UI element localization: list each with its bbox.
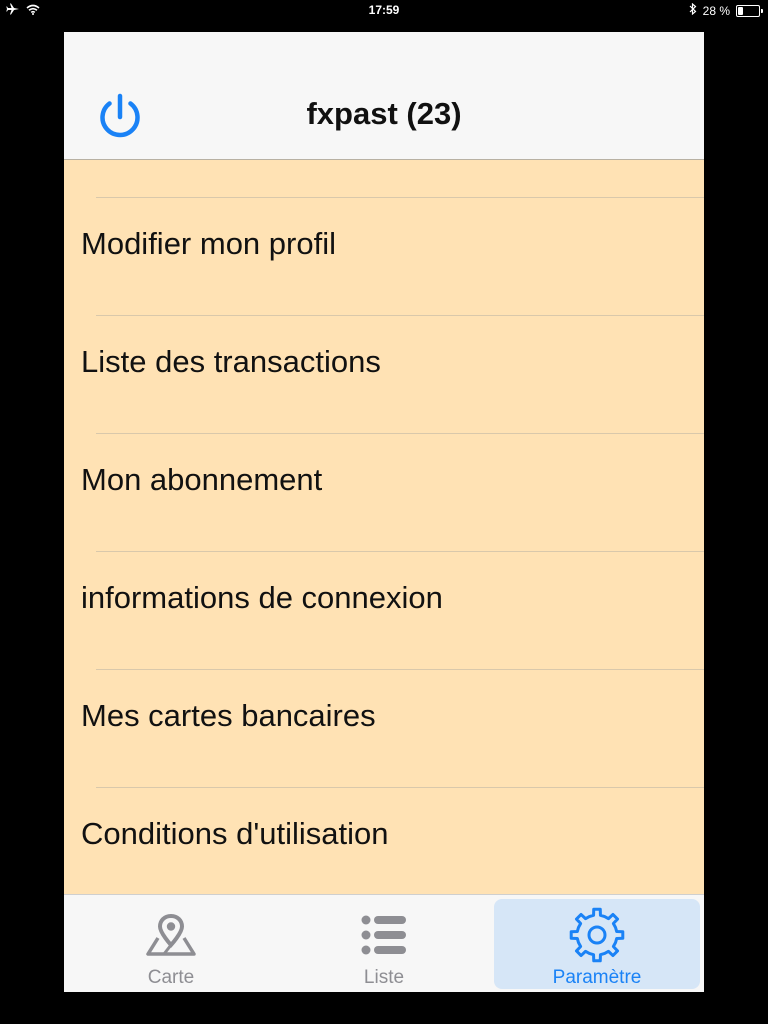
bluetooth-icon bbox=[689, 2, 697, 18]
tab-liste[interactable]: Liste bbox=[281, 899, 487, 989]
app-window: fxpast (23) Modifier mon profil Liste de… bbox=[64, 32, 704, 992]
menu-item-liste-transactions[interactable]: Liste des transactions bbox=[64, 316, 704, 434]
battery-percent: 28 % bbox=[702, 3, 730, 18]
tab-label: Carte bbox=[147, 967, 195, 988]
battery-tip bbox=[761, 8, 763, 13]
menu-item-informations-connexion[interactable]: informations de connexion bbox=[64, 552, 704, 670]
gear-icon bbox=[494, 907, 700, 963]
map-pin-icon bbox=[68, 907, 274, 963]
tab-parametre[interactable]: Paramètre bbox=[494, 899, 700, 989]
menu-item-conditions-utilisation[interactable]: Conditions d'utilisation bbox=[64, 788, 704, 906]
menu-item-label: Mes cartes bancaires bbox=[81, 698, 376, 733]
list-icon bbox=[281, 907, 487, 963]
battery-icon bbox=[736, 4, 763, 17]
page-title: fxpast (23) bbox=[306, 96, 462, 131]
battery-fill bbox=[738, 6, 743, 15]
menu-item-label: Liste des transactions bbox=[81, 344, 381, 379]
menu-item-modifier-profil[interactable]: Modifier mon profil bbox=[64, 198, 704, 316]
menu-item-mon-abonnement[interactable]: Mon abonnement bbox=[64, 434, 704, 552]
status-right: 28 % bbox=[689, 2, 763, 18]
navigation-bar: fxpast (23) bbox=[64, 32, 704, 160]
tab-label: Paramètre bbox=[552, 967, 642, 988]
tab-carte[interactable]: Carte bbox=[68, 899, 274, 989]
tab-bar: Carte Liste Paramètre bbox=[64, 894, 704, 992]
menu-item-label: Mon abonnement bbox=[81, 462, 323, 497]
tab-label: Liste bbox=[363, 967, 405, 988]
menu-item-label: informations de connexion bbox=[81, 580, 443, 615]
menu-item-label: Conditions d'utilisation bbox=[81, 816, 389, 851]
status-bar: 17:59 28 % bbox=[0, 0, 768, 22]
menu-item-label: Modifier mon profil bbox=[81, 226, 336, 261]
menu-item-cartes-bancaires[interactable]: Mes cartes bancaires bbox=[64, 670, 704, 788]
status-time: 17:59 bbox=[368, 3, 400, 17]
